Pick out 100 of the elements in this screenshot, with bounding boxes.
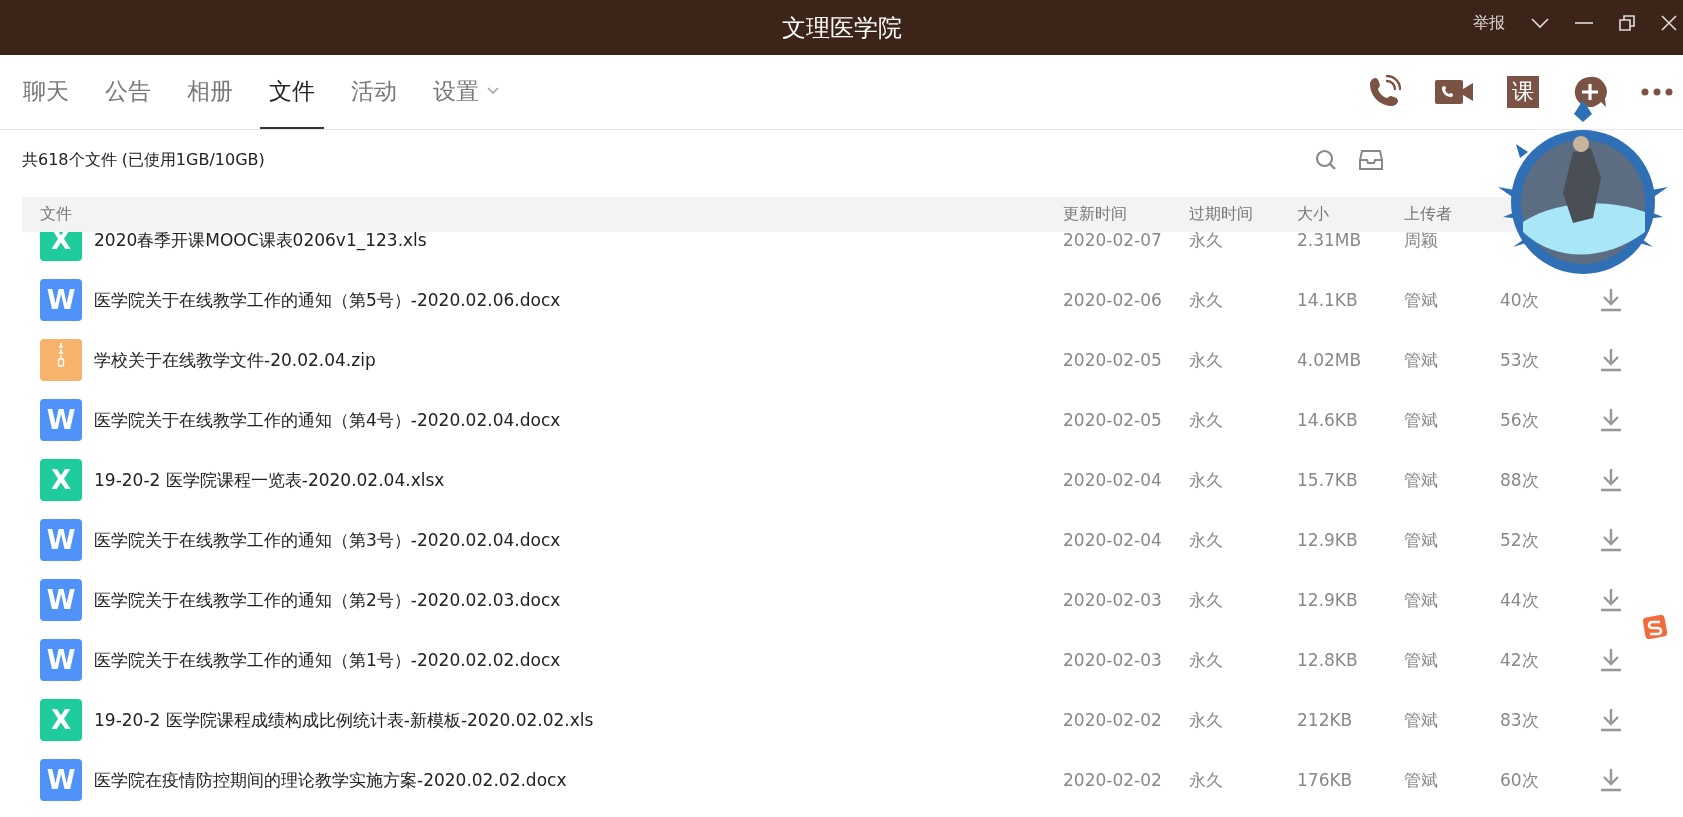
download-icon[interactable]: [1600, 588, 1622, 612]
chevron-down-icon: [487, 87, 499, 95]
table-cell-text: 管斌: [1404, 768, 1439, 792]
tab[interactable]: 公告: [96, 55, 160, 129]
table-cell-text: 212KB: [1297, 710, 1354, 730]
column-header: 过期时间: [1189, 204, 1254, 225]
table-cell-text: 永久: [1189, 228, 1224, 252]
table-cell-text: 永久: [1189, 468, 1224, 492]
table-cell-text: 管斌: [1404, 588, 1439, 612]
download-icon[interactable]: [1600, 528, 1622, 552]
download-icon[interactable]: [1600, 468, 1622, 492]
table-cell-text: 2020-02-05: [1063, 410, 1163, 430]
table-cell-text: 2020-02-02: [1063, 710, 1163, 730]
file-summary: 共618个文件 (已使用1GB/10GB): [22, 149, 265, 171]
word-file-icon: W: [40, 579, 82, 621]
table-cell-text: 56次: [1500, 408, 1540, 432]
file-name[interactable]: 医学院关于在线教学工作的通知（第4号）-2020.02.04.docx: [94, 408, 561, 432]
table-cell-text: 管斌: [1404, 648, 1439, 672]
search-icon[interactable]: [1315, 149, 1337, 171]
table-cell-text: 14.1KB: [1297, 290, 1359, 310]
download-icon[interactable]: [1600, 708, 1622, 732]
table-cell-text: 永久: [1189, 708, 1224, 732]
file-name[interactable]: 医学院在疫情防控期间的理论教学实施方案-2020.02.02.docx: [94, 768, 567, 792]
tab[interactable]: 文件: [260, 55, 324, 129]
table-cell-text: 12.8KB: [1297, 650, 1359, 670]
input-method-icon[interactable]: [1643, 615, 1667, 639]
file-name[interactable]: 2020春季开课MOOC课表0206v1_123.xls: [94, 228, 427, 252]
table-cell-text: 12.9KB: [1297, 590, 1359, 610]
table-cell-text: 管斌: [1404, 528, 1439, 552]
word-file-icon: W: [40, 279, 82, 321]
video-call-icon[interactable]: [1435, 78, 1473, 106]
tab[interactable]: 相册: [178, 55, 242, 129]
file-name[interactable]: 19-20-2 医学院课程成绩构成比例统计表-新模板-2020.02.02.xls: [94, 708, 594, 732]
inbox-icon[interactable]: [1359, 149, 1383, 171]
excel-file-icon: X: [40, 699, 82, 741]
table-cell-text: 周颖: [1404, 228, 1439, 252]
column-header: 大小: [1297, 204, 1330, 225]
table-cell-text: 40次: [1500, 288, 1540, 312]
table-cell-text: 永久: [1189, 768, 1224, 792]
table-cell-text: 管斌: [1404, 348, 1439, 372]
word-file-icon: W: [40, 639, 82, 681]
word-file-icon: W: [40, 519, 82, 561]
file-name[interactable]: 19-20-2 医学院课程一览表-2020.02.04.xlsx: [94, 468, 445, 492]
table-cell-text: 176KB: [1297, 770, 1354, 790]
table-cell-text: 2020-02-04: [1063, 470, 1163, 490]
table-cell-text: 4.02MB: [1297, 350, 1363, 370]
download-icon[interactable]: [1600, 648, 1622, 672]
table-cell-text: 永久: [1189, 348, 1224, 372]
chevron-down-icon[interactable]: [1531, 17, 1549, 29]
download-icon[interactable]: [1600, 408, 1622, 432]
file-name[interactable]: 医学院关于在线教学工作的通知（第3号）-2020.02.04.docx: [94, 528, 561, 552]
table-cell-text: 永久: [1189, 648, 1224, 672]
phone-icon[interactable]: [1367, 75, 1401, 109]
table-cell-text: 永久: [1189, 588, 1224, 612]
word-file-icon: W: [40, 759, 82, 801]
table-cell-text: 12.9KB: [1297, 530, 1359, 550]
table-cell-text: 14.6KB: [1297, 410, 1359, 430]
table-cell-text: 2020-02-03: [1063, 590, 1163, 610]
table-cell-text: 2.31MB: [1297, 230, 1363, 250]
file-name[interactable]: 学校关于在线教学文件-20.02.04.zip: [94, 348, 376, 372]
tab[interactable]: 聊天: [14, 55, 78, 129]
file-name[interactable]: 医学院关于在线教学工作的通知（第5号）-2020.02.06.docx: [94, 288, 561, 312]
file-name[interactable]: 医学院关于在线教学工作的通知（第1号）-2020.02.02.docx: [94, 648, 561, 672]
table-cell-text: 52次: [1500, 528, 1540, 552]
table-cell-text: 15.7KB: [1297, 470, 1359, 490]
window-title: 文理医学院: [781, 12, 902, 44]
table-cell-text: 44次: [1500, 588, 1540, 612]
table-cell-text: 管斌: [1404, 708, 1439, 732]
table-cell-text: 2020-02-03: [1063, 650, 1163, 670]
restore-icon[interactable]: [1619, 15, 1635, 31]
table-cell-text: 60次: [1500, 768, 1540, 792]
table-cell-text: 42次: [1500, 648, 1540, 672]
table-cell-text: 83次: [1500, 708, 1540, 732]
tab[interactable]: 设置: [424, 55, 508, 129]
tab[interactable]: 活动: [342, 55, 406, 129]
table-cell-text: 88次: [1500, 468, 1540, 492]
table-cell-text: 2020-02-04: [1063, 530, 1163, 550]
more-icon[interactable]: [1641, 88, 1673, 96]
table-cell-text: 管斌: [1404, 408, 1439, 432]
table-cell-text: 永久: [1189, 288, 1224, 312]
download-icon[interactable]: [1600, 348, 1622, 372]
table-cell-text: 管斌: [1404, 288, 1439, 312]
download-icon[interactable]: [1600, 768, 1622, 792]
file-name[interactable]: 医学院关于在线教学工作的通知（第2号）-2020.02.03.docx: [94, 588, 561, 612]
excel-file-icon: X: [40, 459, 82, 501]
table-cell-text: 永久: [1189, 408, 1224, 432]
column-header: 上传者: [1404, 204, 1453, 225]
add-icon[interactable]: [1573, 75, 1607, 109]
course-button[interactable]: 课: [1507, 76, 1539, 108]
column-header: 更新时间: [1063, 204, 1128, 225]
word-file-icon: W: [40, 399, 82, 441]
close-icon[interactable]: [1661, 15, 1677, 31]
table-cell-text: 2020-02-06: [1063, 290, 1163, 310]
table-cell-text: 2020-02-02: [1063, 770, 1163, 790]
table-cell-text: 53次: [1500, 348, 1540, 372]
report-button[interactable]: 举报: [1473, 12, 1505, 34]
table-cell-text: 2020-02-05: [1063, 350, 1163, 370]
download-icon[interactable]: [1600, 288, 1622, 312]
table-cell-text: 永久: [1189, 528, 1224, 552]
zip-file-icon: [40, 339, 82, 381]
